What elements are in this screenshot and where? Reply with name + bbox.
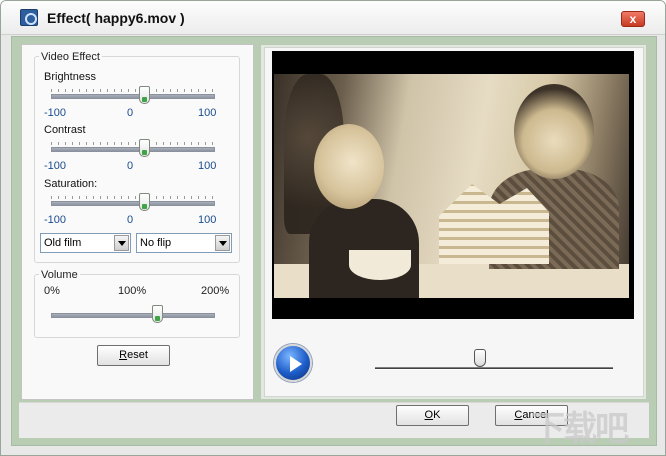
bowl-shape [349,250,411,280]
saturation-ticks [51,196,215,199]
effect-dialog: Effect( happy6.mov ) x Video Effect Brig… [0,0,666,456]
watermark-logo: 下载吧 [531,410,629,448]
brightness-ticks [51,89,215,92]
contrast-max: 100 [198,160,217,172]
contrast-ticks [51,142,215,145]
saturation-slider-track[interactable] [51,201,215,206]
contrast-slider-thumb[interactable] [139,139,151,157]
brightness-mid: 0 [127,107,134,119]
child-left-head [314,124,384,209]
brightness-max: 100 [198,107,217,119]
seek-thumb[interactable] [473,349,486,367]
film-icon [20,9,38,26]
flip-select[interactable]: No flip [136,233,232,253]
contrast-min: -100 [44,160,67,172]
volume-max: 200% [201,285,230,297]
saturation-min: -100 [44,214,67,226]
ok-label: K [433,409,441,421]
brightness-min: -100 [44,107,67,119]
volume-slider-thumb[interactable] [151,305,163,323]
contrast-mid: 0 [127,160,134,172]
close-button[interactable]: x [621,11,645,27]
window-title: Effect( happy6.mov ) [47,10,185,26]
reset-mnemonic: R [119,349,128,361]
saturation-label: Saturation: [44,178,98,190]
saturation-max: 100 [198,214,217,226]
ok-button[interactable]: OK [396,405,469,426]
contrast-label: Contrast [44,124,86,136]
volume-slider-track[interactable] [51,313,215,318]
play-button[interactable] [274,344,312,382]
volume-group [34,274,240,338]
brightness-label: Brightness [44,71,96,83]
child-right-head [514,84,594,179]
chevron-down-icon[interactable] [215,235,230,251]
title-bar[interactable]: Effect( happy6.mov ) x [1,1,665,35]
ok-mnemonic: O [424,409,434,421]
video-frame-image [274,74,629,298]
saturation-slider-thumb[interactable] [139,193,151,211]
reset-label: eset [127,349,148,361]
effect-preset-value: Old film [44,237,82,249]
brightness-slider-thumb[interactable] [139,86,151,104]
child-left-body [309,199,419,298]
chevron-down-icon[interactable] [114,235,129,251]
seek-track[interactable] [375,367,613,370]
volume-group-label: Volume [39,269,80,281]
volume-mid: 100% [118,285,147,297]
volume-min: 0% [44,285,60,297]
effect-preset-select[interactable]: Old film [40,233,131,253]
brightness-slider-track[interactable] [51,94,215,99]
saturation-mid: 0 [127,214,134,226]
reset-button[interactable]: Reset [97,345,170,366]
contrast-slider-track[interactable] [51,147,215,152]
video-effect-group-label: Video Effect [39,51,102,63]
flip-value: No flip [140,237,172,249]
